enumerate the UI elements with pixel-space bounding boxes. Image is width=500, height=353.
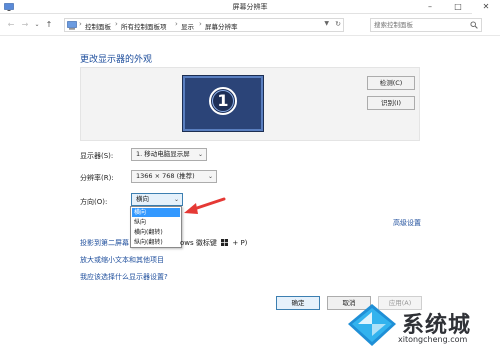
breadcrumb-item[interactable]: 所有控制面板项 <box>121 21 167 31</box>
search-input[interactable] <box>371 19 467 31</box>
watermark-url: xitongcheng.com <box>398 335 468 344</box>
orientation-option[interactable]: 横向(翻转) <box>132 228 180 237</box>
breadcrumb-separator-icon: › <box>199 20 202 28</box>
monitor-number-badge: 1 <box>209 87 237 115</box>
refresh-icon[interactable]: ↻ <box>335 20 341 28</box>
chevron-down-icon: ⌄ <box>173 196 179 203</box>
forward-arrow-icon: → <box>21 20 29 29</box>
breadcrumb-separator-icon: › <box>115 20 118 28</box>
control-panel-icon <box>67 21 77 30</box>
monitor-1-tile[interactable]: 1 <box>183 76 263 131</box>
breadcrumb[interactable]: › 控制面板 › 所有控制面板项 › 显示 › 屏幕分辨率 ▼ ↻ <box>64 18 344 32</box>
close-button[interactable]: ✕ <box>472 0 500 14</box>
orientation-label: 方向(O): <box>80 198 108 206</box>
orientation-option[interactable]: 纵向(翻转) <box>132 238 180 247</box>
display-select[interactable]: 1. 移动电脑显示屏 ⌄ <box>131 148 207 161</box>
resolution-select-value: 1366 × 768 (推荐) <box>136 172 195 180</box>
display-select-value: 1. 移动电脑显示屏 <box>136 150 190 158</box>
shortcut-suffix: + P) <box>232 239 248 247</box>
project-second-screen-link[interactable]: 投影到第二屏幕 <box>80 238 129 248</box>
ok-button[interactable]: 确定 <box>276 296 320 310</box>
watermark-logo-icon <box>348 304 396 346</box>
minimize-icon: – <box>428 2 432 11</box>
breadcrumb-separator-icon: › <box>175 20 178 28</box>
breadcrumb-separator-icon: › <box>79 20 82 28</box>
orientation-select-value: 横向 <box>136 195 149 203</box>
recent-pages-button[interactable]: ⌄ <box>32 20 42 30</box>
advanced-settings-link[interactable]: 高级设置 <box>393 218 421 228</box>
search-box[interactable] <box>370 18 482 32</box>
maximize-button[interactable]: □ <box>444 0 472 14</box>
close-icon: ✕ <box>482 2 490 11</box>
orientation-dropdown-list: 横向 纵向 横向(翻转) 纵向(翻转) <box>130 206 182 248</box>
chevron-down-icon: ⌄ <box>197 151 203 158</box>
shortcut-text: ows 徽标键 <box>180 239 217 247</box>
project-link-text: 投影到第二屏幕 <box>80 239 129 247</box>
windows-logo-icon <box>221 239 229 246</box>
orientation-option[interactable]: 纵向 <box>132 218 180 227</box>
breadcrumb-item[interactable]: 显示 <box>181 21 194 31</box>
orientation-select[interactable]: 横向 ⌄ <box>131 193 183 206</box>
text-size-link[interactable]: 放大或缩小文本和其他项目 <box>80 255 164 265</box>
back-button[interactable]: ← <box>6 20 16 30</box>
badge-ring <box>212 90 234 112</box>
chevron-down-icon: ⌄ <box>207 173 213 180</box>
chevron-down-icon: ⌄ <box>34 21 40 28</box>
display-label: 显示器(S): <box>80 152 114 160</box>
project-shortcut-hint: ows 徽标键 + P) <box>180 238 247 248</box>
resolution-label: 分辨率(R): <box>80 174 114 182</box>
breadcrumb-item[interactable]: 屏幕分辨率 <box>205 21 238 31</box>
minimize-button[interactable]: – <box>416 0 444 14</box>
identify-button[interactable]: 识别(I) <box>367 96 415 110</box>
maximize-icon: □ <box>454 2 462 11</box>
title-bar: 屏幕分辨率 – □ ✕ <box>0 0 500 14</box>
breadcrumb-item[interactable]: 控制面板 <box>85 21 111 31</box>
resolution-select[interactable]: 1366 × 768 (推荐) ⌄ <box>131 170 217 183</box>
up-button[interactable]: ↑ <box>44 20 54 30</box>
address-bar: ← → ⌄ ↑ › 控制面板 › 所有控制面板项 › 显示 › 屏幕分辨率 ▼ … <box>0 14 500 36</box>
page-title: 更改显示器的外观 <box>80 55 153 65</box>
search-icon[interactable] <box>470 21 478 29</box>
address-dropdown-icon[interactable]: ▼ <box>324 20 329 27</box>
forward-button[interactable]: → <box>20 20 30 30</box>
up-arrow-icon: ↑ <box>45 20 53 29</box>
detect-button[interactable]: 检测(C) <box>367 76 415 90</box>
orientation-option[interactable]: 横向 <box>132 208 180 217</box>
red-arrow-icon <box>184 197 226 214</box>
back-arrow-icon: ← <box>7 20 15 29</box>
display-settings-help-link[interactable]: 我应该选择什么显示器设置? <box>80 272 168 282</box>
